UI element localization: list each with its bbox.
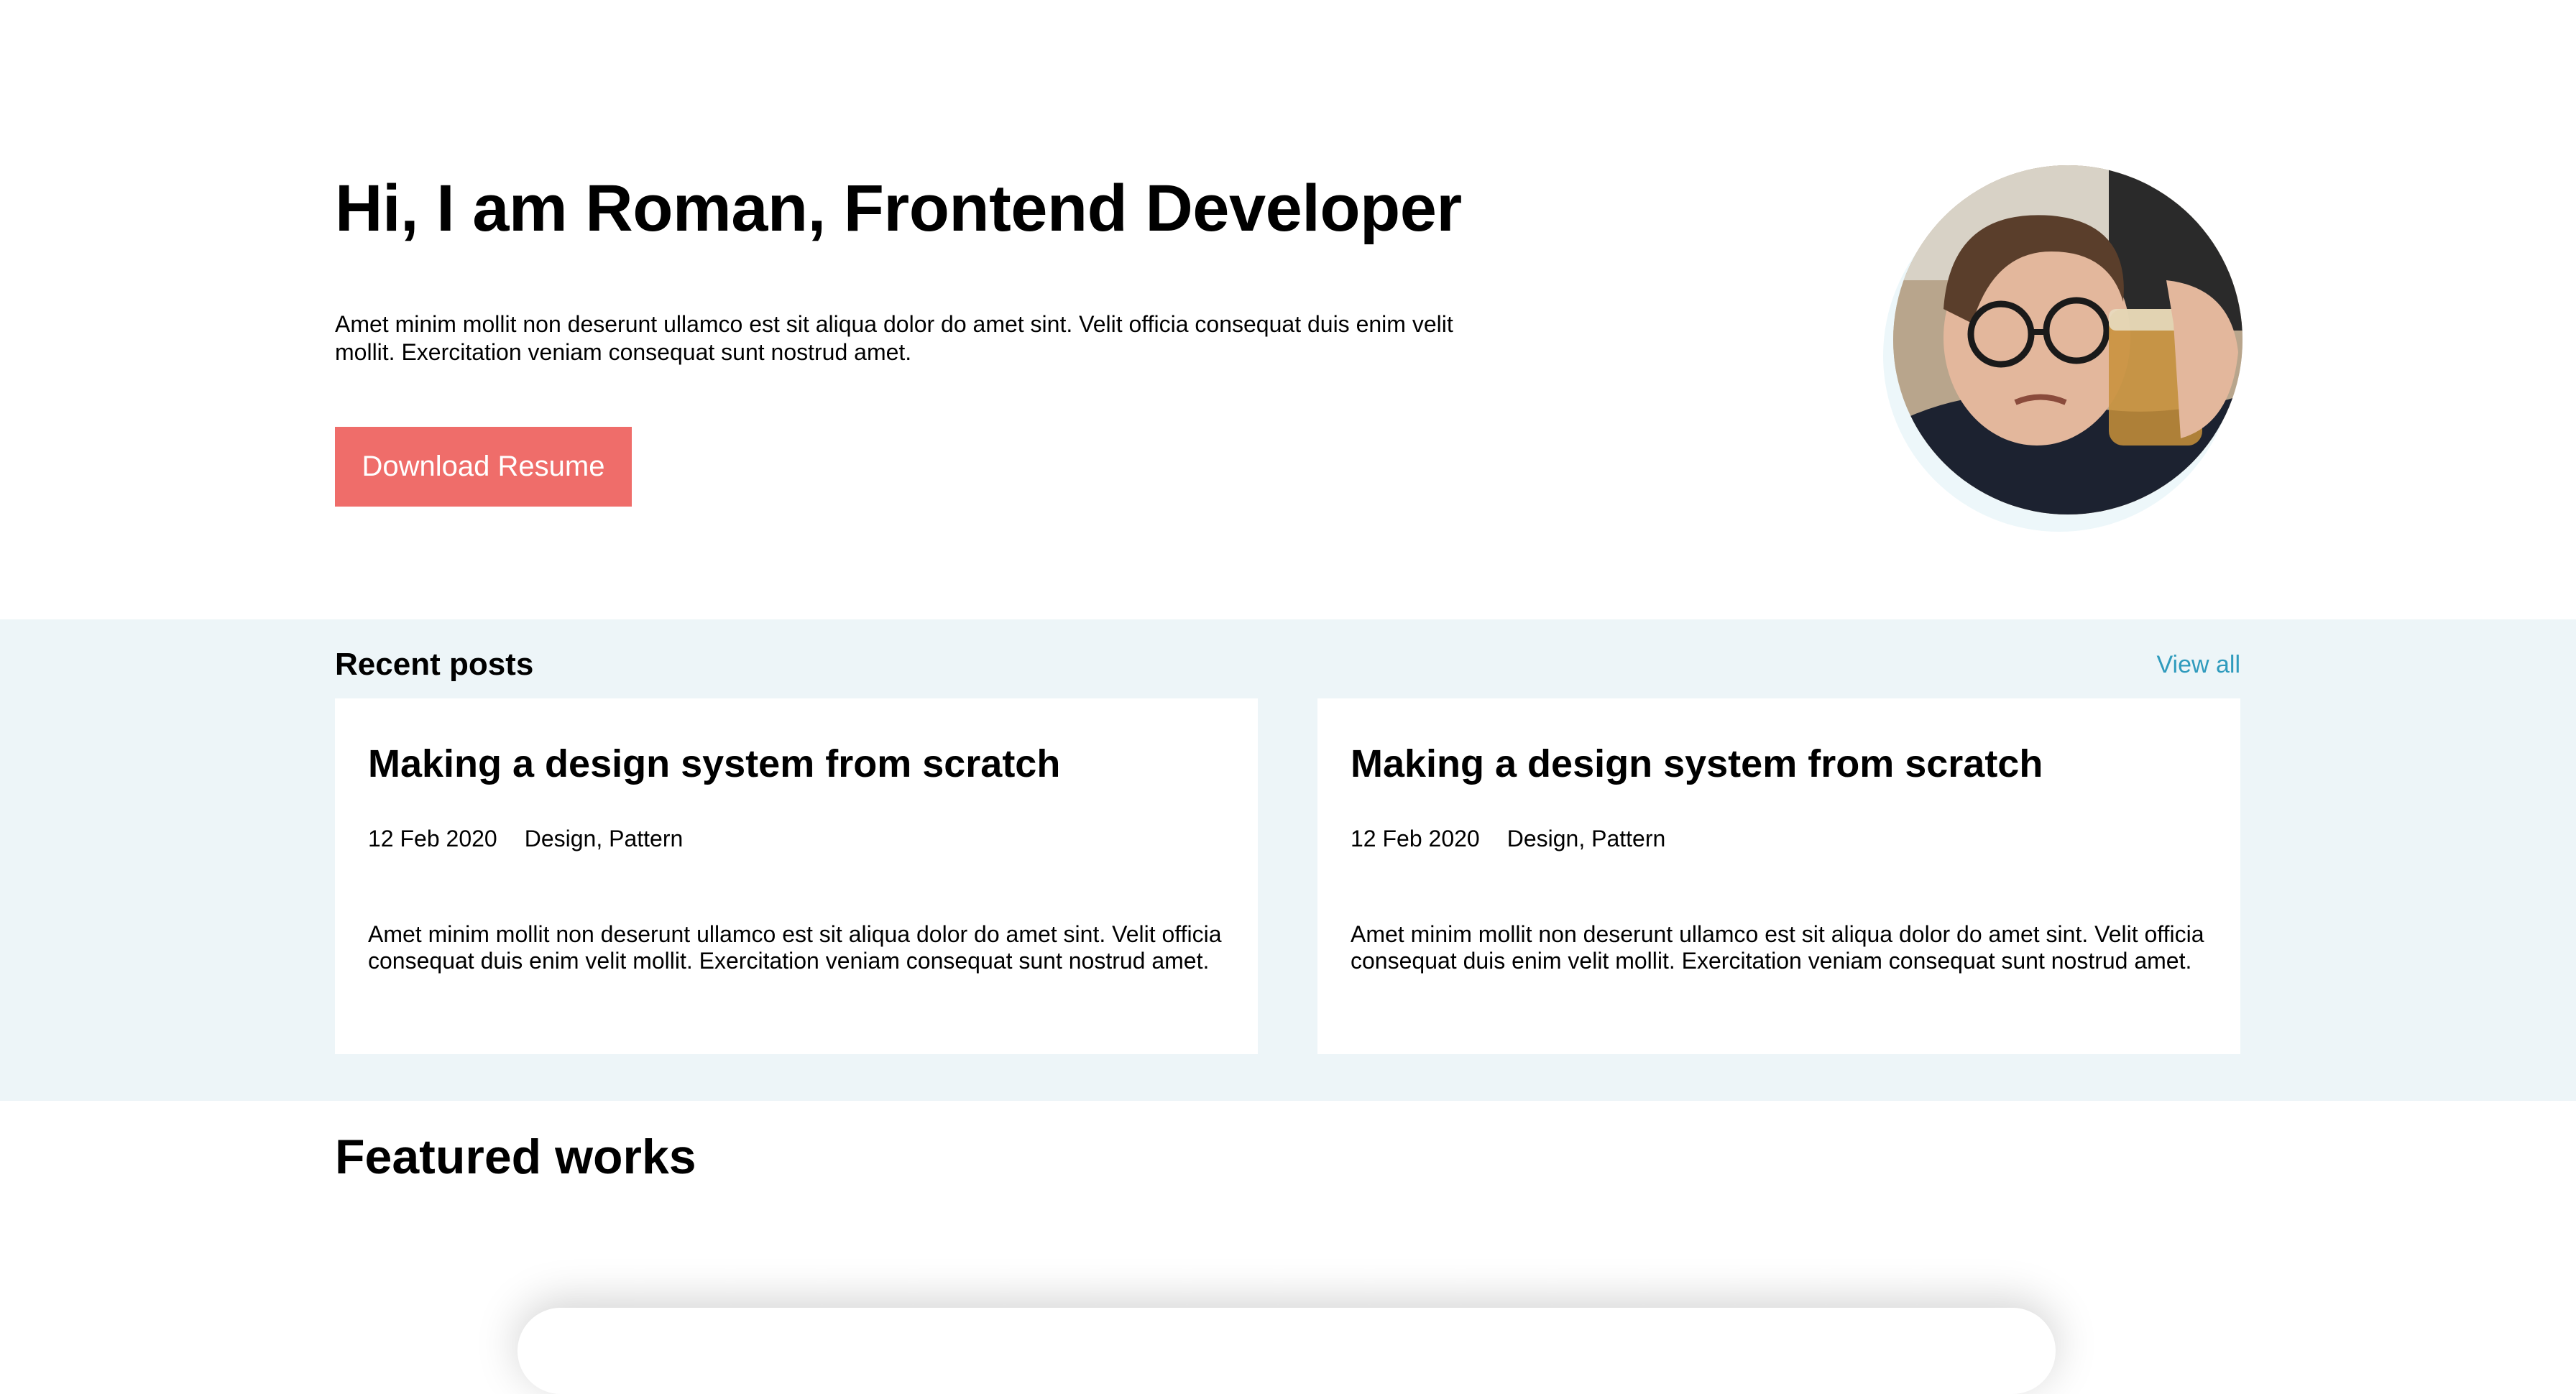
hero-title: Hi, I am Roman, Frontend Developer: [335, 172, 1462, 245]
post-card[interactable]: Making a design system from scratch 12 F…: [335, 698, 1258, 1054]
post-title[interactable]: Making a design system from scratch: [1351, 739, 2043, 789]
download-resume-button[interactable]: Download Resume: [335, 427, 632, 507]
recent-posts-section: Recent posts View all Making a design sy…: [0, 619, 2576, 1101]
post-meta: 12 Feb 2020 Design, Pattern: [368, 821, 683, 857]
post-excerpt: Amet minim mollit non deserunt ullamco e…: [1351, 921, 2204, 974]
post-date: 12 Feb 2020: [368, 826, 497, 851]
featured-work-card-edge: [518, 1308, 2056, 1394]
avatar: [1883, 165, 2242, 539]
post-card[interactable]: Making a design system from scratch 12 F…: [1317, 698, 2240, 1054]
profile-photo-image: [1893, 165, 2242, 514]
featured-works-heading: Featured works: [335, 1130, 696, 1184]
hero-section: Hi, I am Roman, Frontend Developer Amet …: [0, 0, 2576, 619]
post-tags: Design, Pattern: [524, 826, 684, 851]
post-date: 12 Feb 2020: [1351, 826, 1480, 851]
recent-posts-heading: Recent posts: [335, 647, 534, 682]
post-title[interactable]: Making a design system from scratch: [368, 739, 1060, 789]
post-tags: Design, Pattern: [1506, 826, 1666, 851]
hero-description: Amet minim mollit non deserunt ullamco e…: [335, 311, 1453, 365]
post-meta: 12 Feb 2020 Design, Pattern: [1351, 821, 1665, 857]
view-all-link[interactable]: View all: [2156, 636, 2240, 693]
profile-photo: [1893, 165, 2242, 514]
post-excerpt: Amet minim mollit non deserunt ullamco e…: [368, 921, 1222, 974]
